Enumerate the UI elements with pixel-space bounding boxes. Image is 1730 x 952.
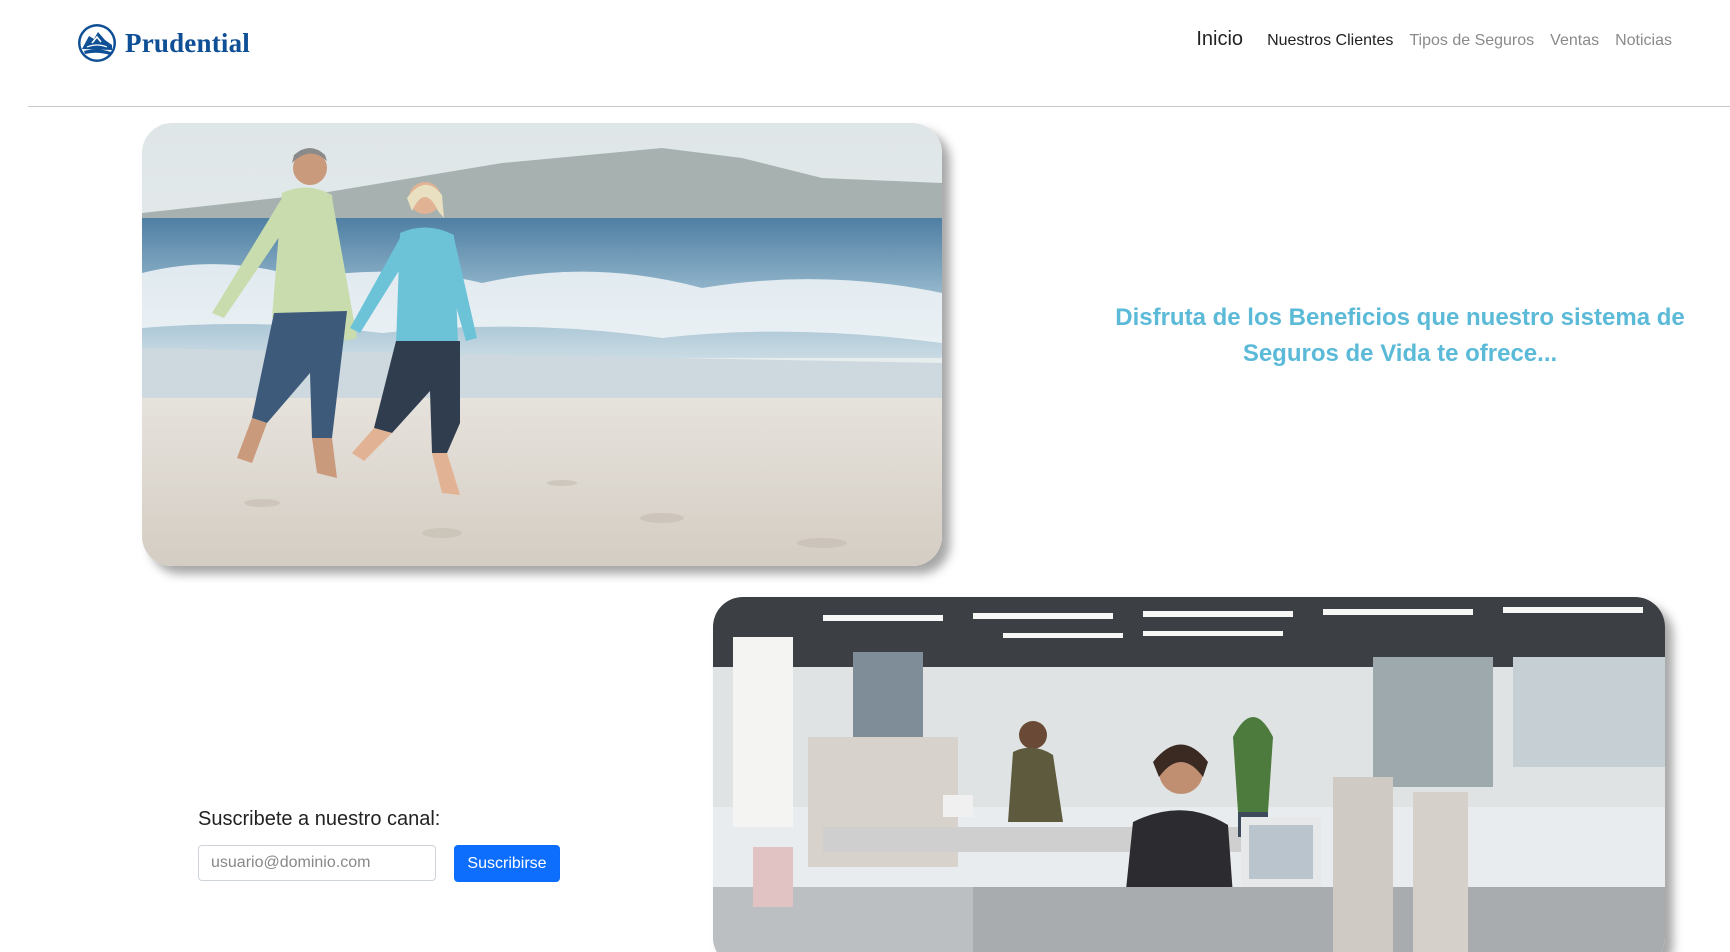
nav-item-nuestros-clientes[interactable]: Nuestros Clientes	[1267, 32, 1393, 50]
page: Prudential Inicio Nuestros Clientes Tipo…	[0, 0, 1730, 952]
nav-item-noticias[interactable]: Noticias	[1615, 32, 1672, 50]
brand-logo[interactable]: Prudential	[77, 22, 250, 64]
main-nav: Inicio Nuestros Clientes Tipos de Seguro…	[1196, 28, 1672, 51]
nav-item-inicio[interactable]: Inicio	[1196, 28, 1243, 51]
office-photo	[713, 597, 1665, 952]
brand-name: Prudential	[125, 27, 251, 58]
beach-couple-photo	[142, 123, 942, 566]
nav-item-ventas[interactable]: Ventas	[1550, 32, 1599, 50]
hero-tagline: Disfruta de los Beneficios que nuestro s…	[1115, 304, 1685, 367]
subscribe-label: Suscribete a nuestro canal:	[198, 808, 441, 830]
header-divider	[28, 106, 1730, 107]
rock-of-gibraltar-icon	[78, 24, 116, 62]
header: Prudential Inicio Nuestros Clientes Tipo…	[0, 0, 1730, 106]
subscribe-button[interactable]: Suscribirse	[454, 845, 560, 882]
email-field[interactable]	[198, 845, 436, 881]
nav-item-tipos-de-seguros[interactable]: Tipos de Seguros	[1409, 32, 1534, 50]
